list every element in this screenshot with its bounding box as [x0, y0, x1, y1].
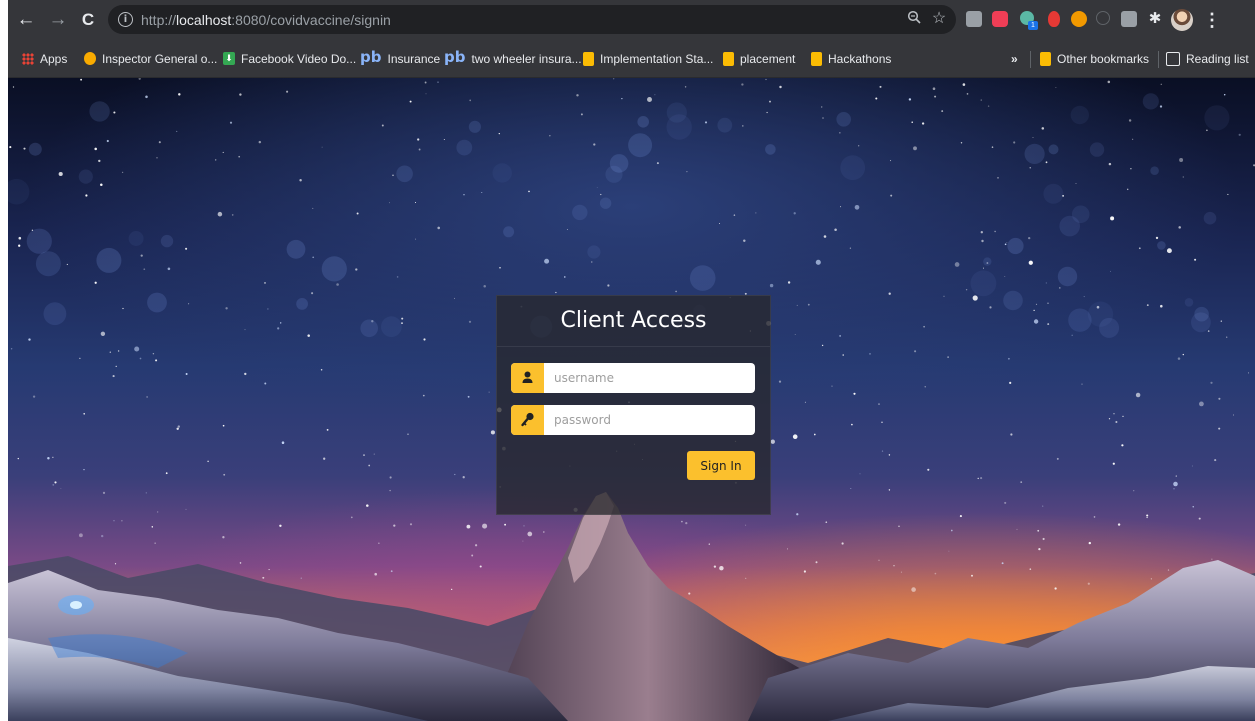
- bookmark-hackathons[interactable]: Hackathons: [811, 42, 891, 77]
- bookmark-other[interactable]: Other bookmarks: [1040, 42, 1149, 77]
- address-bar[interactable]: i http://localhost:8080/covidvaccine/sig…: [108, 5, 956, 34]
- bookmarks-divider: [1158, 51, 1159, 68]
- globe-icon: [84, 52, 96, 66]
- bookmark-label: placement: [740, 52, 796, 66]
- bookmark-label: two wheeler insura...: [471, 52, 582, 66]
- back-button[interactable]: ←: [13, 7, 39, 33]
- password-field[interactable]: [511, 405, 755, 435]
- folder-icon: [723, 51, 734, 66]
- bookmarks-bar: Apps Inspector General o... ⬇ Facebook Vi…: [8, 42, 1255, 78]
- browser-window: ← → C i http://localhost:8080/covidvacci…: [8, 0, 1255, 721]
- download-icon: ⬇: [223, 52, 235, 66]
- bookmark-inspector-general[interactable]: Inspector General o...: [84, 42, 217, 77]
- password-input[interactable]: [544, 405, 749, 435]
- url-scheme: http://: [141, 12, 177, 28]
- bookmark-label: Hackathons: [828, 52, 892, 66]
- bookmark-label: Implementation Sta...: [600, 52, 714, 66]
- puzzle-extensions-icon[interactable]: ✱: [1145, 8, 1165, 30]
- url-host: localhost: [176, 12, 232, 28]
- bookmark-label: Inspector General o...: [102, 52, 218, 66]
- bookmark-label: Facebook Video Do...: [241, 52, 357, 66]
- url-text[interactable]: http://localhost:8080/covidvaccine/signi…: [141, 11, 391, 29]
- extension-badge: 1: [1028, 21, 1038, 30]
- bookmark-two-wheeler[interactable]: pb two wheeler insura...: [444, 42, 582, 77]
- browser-toolbar: ← → C i http://localhost:8080/covidvacci…: [8, 0, 1255, 42]
- folder-icon: [1040, 51, 1051, 66]
- bookmark-apps[interactable]: Apps: [22, 42, 67, 77]
- reading-list-label: Reading list: [1186, 52, 1249, 66]
- folder-icon: [583, 51, 594, 66]
- username-field[interactable]: [511, 363, 755, 393]
- key-icon: [511, 405, 544, 435]
- reading-list-button[interactable]: Reading list: [1166, 42, 1249, 77]
- user-icon: [511, 363, 544, 393]
- cookie-extension-icon[interactable]: [1071, 11, 1087, 27]
- folder-icon: [811, 51, 822, 66]
- card-title: Client Access: [497, 296, 770, 347]
- sign-in-button[interactable]: Sign In: [687, 451, 755, 480]
- pb-icon: pb: [360, 48, 382, 67]
- username-input[interactable]: [544, 363, 749, 393]
- bookmark-label: Apps: [40, 52, 68, 66]
- bookmark-label: Insurance: [387, 52, 441, 66]
- camera-extension-icon[interactable]: [966, 11, 982, 27]
- profile-avatar[interactable]: [1171, 9, 1193, 31]
- info-icon[interactable]: i: [118, 12, 133, 27]
- bookmark-insurance[interactable]: pb Insurance: [360, 42, 440, 77]
- bookmarks-overflow-button[interactable]: »: [1011, 42, 1018, 77]
- translate-extension-icon[interactable]: 1: [1020, 11, 1038, 30]
- browser-menu-icon[interactable]: ⋮: [1203, 8, 1221, 32]
- bookmark-label: Other bookmarks: [1057, 52, 1150, 66]
- adblock-extension-icon[interactable]: [1048, 11, 1060, 27]
- client-access-card: Client Access Sign In: [496, 295, 771, 515]
- search-extension-icon[interactable]: [1096, 11, 1110, 25]
- page-background: Client Access Sign In: [8, 78, 1255, 721]
- bookmark-implementation[interactable]: Implementation Sta...: [583, 42, 713, 77]
- bookmark-star-icon[interactable]: ☆: [929, 9, 949, 29]
- reload-button[interactable]: C: [75, 7, 101, 33]
- pb-icon: pb: [444, 48, 466, 67]
- pocket-extension-icon[interactable]: [992, 11, 1008, 27]
- reading-list-icon: [1166, 51, 1180, 66]
- forward-button[interactable]: →: [45, 7, 71, 33]
- url-path: :8080/covidvaccine/signin: [231, 12, 391, 28]
- apps-grid-icon: [22, 52, 34, 65]
- reader-extension-icon[interactable]: [1121, 11, 1137, 27]
- bookmark-placement[interactable]: placement: [723, 42, 795, 77]
- bookmarks-divider: [1030, 51, 1031, 68]
- zoom-icon[interactable]: [904, 9, 924, 29]
- bookmark-facebook-video[interactable]: ⬇ Facebook Video Do...: [223, 42, 356, 77]
